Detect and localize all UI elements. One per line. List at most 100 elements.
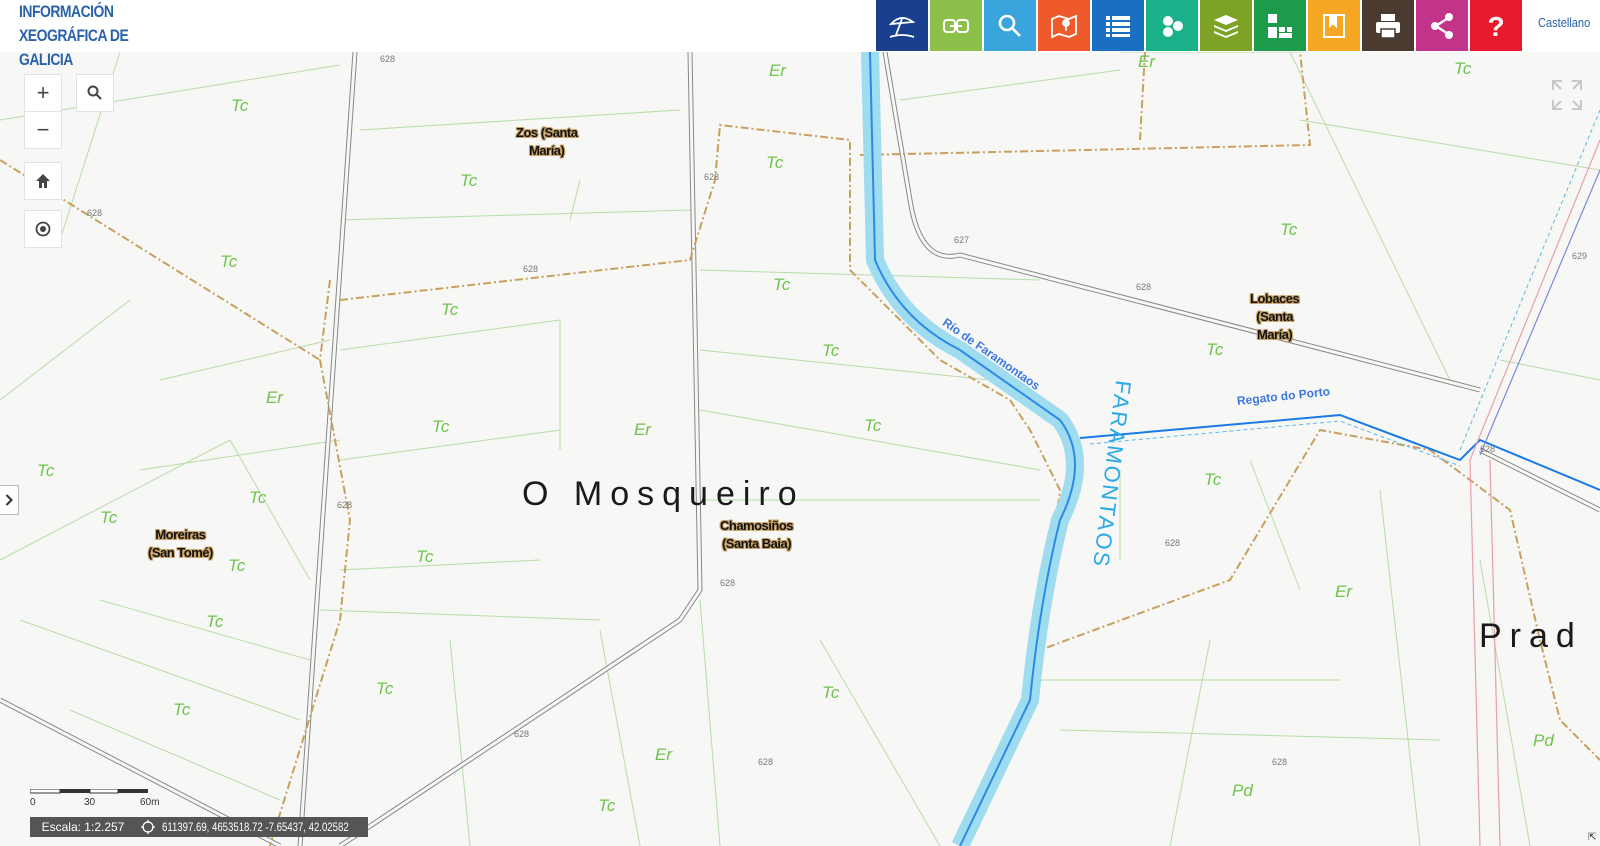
land-use-label: Tc	[173, 700, 191, 719]
zoom-out-button[interactable]: −	[24, 111, 62, 149]
land-use-label: Pd	[1533, 731, 1554, 750]
land-use-label: Tc	[376, 679, 394, 698]
land-use-label: Tc	[460, 171, 478, 190]
zoom-in-button[interactable]: +	[24, 74, 62, 112]
expand-icon	[1552, 80, 1582, 110]
land-use-label: Tc	[864, 416, 882, 435]
language-selector[interactable]: Castellano	[1538, 15, 1590, 30]
parish-label-moreiras[interactable]: Moreiras (San Tomé)	[148, 526, 213, 562]
link-tool-button[interactable]	[930, 0, 982, 51]
search-tool-button[interactable]	[984, 0, 1036, 51]
toolbar: ?	[876, 0, 1524, 51]
land-use-label: Tc	[416, 547, 434, 566]
print-tool-button[interactable]	[1362, 0, 1414, 51]
parish-label-zos[interactable]: Zos (Santa María)	[516, 124, 578, 160]
list-icon	[1106, 15, 1130, 37]
resize-corner-icon[interactable]: ⇱	[1588, 832, 1596, 843]
app-window: INFORMACIÓN XEOGRÁFICA DE GALICIA ? Cast…	[0, 0, 1600, 846]
share-icon	[1431, 12, 1453, 39]
home-icon	[36, 174, 50, 188]
logo-line-2: XEOGRÁFICA DE GALICIA	[19, 26, 129, 69]
fullscreen-button[interactable]	[1550, 78, 1584, 112]
map-tool-button[interactable]	[1038, 0, 1090, 51]
railway-lines	[1459, 109, 1600, 846]
scale-label[interactable]: Escala: 1:2.257	[30, 817, 136, 837]
list-tool-button[interactable]	[1092, 0, 1144, 51]
land-use-label: Er	[266, 388, 283, 407]
parcel-lines	[0, 52, 1600, 846]
land-use-label: Tc	[432, 417, 450, 436]
scale-bar: 0 30 60m	[29, 788, 160, 817]
river-regato	[1079, 413, 1600, 491]
land-use-label: Tc	[822, 683, 840, 702]
search-icon	[87, 85, 102, 100]
elevation-label: 628	[720, 578, 736, 588]
crosshair-icon	[141, 820, 155, 834]
header-bar: INFORMACIÓN XEOGRÁFICA DE GALICIA ? Cast…	[0, 0, 1600, 69]
share-tool-button[interactable]	[1416, 0, 1468, 51]
print-icon	[1376, 13, 1400, 39]
elevation-label: 628	[523, 264, 539, 274]
land-use-label: Er	[655, 745, 672, 764]
map-search-button[interactable]	[76, 74, 114, 112]
home-button[interactable]	[24, 162, 62, 200]
boundary-lines	[0, 52, 1600, 846]
tiles-tool-button[interactable]	[1254, 0, 1306, 51]
scale-tick-label: 0	[30, 797, 36, 808]
map-view[interactable]: Tc Tc Tc Tc Er Tc Er Tc Tc Tc Tc Tc Tc T…	[0, 52, 1600, 846]
chevron-right-icon	[5, 494, 13, 506]
coordinates-readout: 611397.69, 4653518.72 -7.65437, 42.02582	[134, 817, 368, 837]
land-use-label: Tc	[1280, 220, 1298, 239]
scale-tick-label: 30	[84, 797, 96, 808]
place-name-prad: Prad	[1479, 617, 1583, 655]
roads	[0, 52, 1600, 846]
parish-label-lobaces[interactable]: Lobaces (Santa María)	[1250, 290, 1300, 344]
elevation-label: 628	[380, 54, 396, 64]
land-use-label: Er	[1138, 52, 1155, 71]
bookmark-tool-button[interactable]	[1308, 0, 1360, 51]
grid-tiles-icon	[1268, 13, 1292, 38]
land-use-label: Tc	[766, 153, 784, 172]
elevation-label: 628	[758, 757, 774, 767]
land-use-label: Tc	[773, 275, 791, 294]
elevation-label: 628	[337, 500, 353, 510]
elevation-label: 628	[1480, 444, 1496, 454]
coordinates-text: 611397.69, 4653518.72 -7.65437, 42.02582	[162, 820, 349, 834]
place-name-mosqueiro: O Mosqueiro	[522, 475, 805, 513]
elevation-label: 628	[87, 208, 103, 218]
land-use-label: Pd	[1232, 781, 1253, 800]
elevation-label: 628	[1272, 757, 1288, 767]
logo-line-1: INFORMACIÓN	[19, 2, 114, 21]
parish-label-chamosinos[interactable]: Chamosiños (Santa Baia)	[720, 517, 794, 553]
layers-icon	[1214, 14, 1238, 38]
search-icon	[998, 14, 1021, 37]
elevation-label: 629	[1572, 251, 1588, 261]
site-logo[interactable]: INFORMACIÓN XEOGRÁFICA DE GALICIA	[19, 0, 183, 72]
points-tool-button[interactable]	[1146, 0, 1198, 51]
layers-tool-button[interactable]	[1200, 0, 1252, 51]
land-use-label: Tc	[228, 556, 246, 575]
land-use-label: Tc	[1206, 340, 1224, 359]
help-icon: ?	[1487, 11, 1504, 41]
locate-button[interactable]	[24, 210, 62, 248]
help-tool-button[interactable]: ?	[1470, 0, 1522, 51]
map-pin-icon	[1051, 14, 1077, 38]
land-use-label: Tc	[206, 612, 224, 631]
land-use-label: Tc	[231, 96, 249, 115]
land-use-label: Er	[769, 61, 786, 80]
land-use-label: Er	[634, 420, 651, 439]
map-basemap	[0, 52, 1600, 846]
elevation-label: 628	[514, 729, 530, 739]
land-use-label: Tc	[220, 252, 238, 271]
land-use-label: Tc	[100, 508, 118, 527]
land-use-label: Tc	[37, 461, 55, 480]
beach-tool-button[interactable]	[876, 0, 928, 51]
link-icon	[943, 18, 969, 33]
cluster-icon	[1163, 15, 1183, 37]
land-use-label: Tc	[1204, 470, 1222, 489]
scale-tick-label: 60m	[140, 797, 160, 808]
location-target-icon	[35, 221, 51, 237]
land-use-label: Tc	[822, 341, 840, 360]
elevation-label: 628	[1136, 282, 1152, 292]
side-panel-toggle[interactable]	[0, 485, 19, 515]
